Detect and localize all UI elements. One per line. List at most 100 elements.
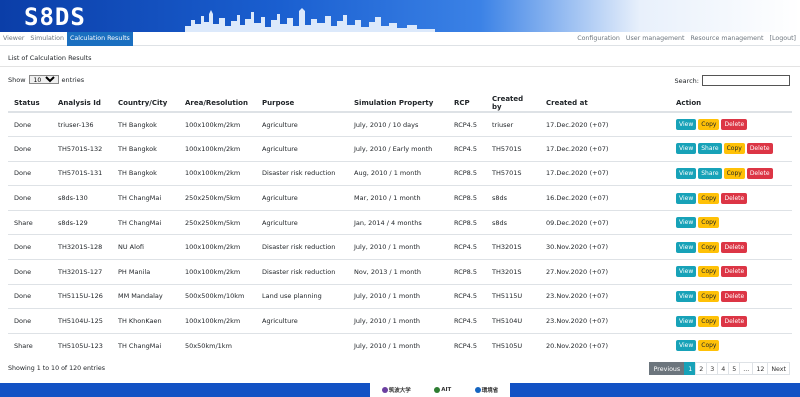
- rcp-cell: RCP4.5: [448, 234, 486, 260]
- column-header[interactable]: Action: [670, 95, 792, 113]
- nav-viewer[interactable]: Viewer: [0, 32, 27, 46]
- simulation-property-cell: Mar, 2010 / 1 month: [348, 185, 448, 211]
- table-body: Done triuser-136 TH Bangkok 100x100km/2km Ag…: [8, 111, 792, 358]
- share-button[interactable]: Share: [698, 143, 722, 155]
- share-button[interactable]: Share: [698, 167, 722, 179]
- purpose-cell: Agriculture: [256, 185, 348, 211]
- rcp-cell: RCP8.5: [448, 259, 486, 285]
- search-input[interactable]: [702, 75, 790, 86]
- nav-logout[interactable]: [Logout]: [770, 32, 796, 46]
- view-button[interactable]: View: [676, 266, 697, 278]
- pagination-next[interactable]: Next: [767, 362, 790, 375]
- header-banner: S8DS: [0, 0, 800, 32]
- copy-button[interactable]: Copy: [698, 340, 720, 352]
- nav-resource-management[interactable]: Resource management: [690, 32, 763, 46]
- app-logo[interactable]: S8DS: [24, 3, 86, 31]
- delete-button[interactable]: Delete: [721, 315, 748, 327]
- city-skyline-graphic: [185, 8, 435, 32]
- column-header[interactable]: Simulation Property: [348, 95, 448, 113]
- copy-button[interactable]: Copy: [698, 266, 720, 278]
- partner-logo-text: AIT: [441, 387, 452, 393]
- created-by-cell: TH5701S: [486, 160, 540, 186]
- action-cell: View Copy Delete: [670, 111, 792, 137]
- simulation-property-cell: Nov, 2013 / 1 month: [348, 259, 448, 285]
- rcp-cell: RCP8.5: [448, 185, 486, 211]
- area-resolution-cell: 100x100km/2km: [179, 136, 256, 162]
- table-row: Done TH3201S-127 PH Manila 100x100km/2km Dis…: [8, 259, 792, 285]
- view-button[interactable]: View: [676, 340, 697, 352]
- partner-logo-icon: [434, 387, 441, 393]
- entries-label: entries: [61, 75, 85, 84]
- partner-logo-icon: [381, 387, 388, 393]
- copy-button[interactable]: Copy: [698, 119, 720, 131]
- country-city-cell: TH ChangMai: [112, 185, 179, 211]
- delete-button[interactable]: Delete: [721, 119, 748, 131]
- view-button[interactable]: View: [676, 217, 697, 229]
- column-header[interactable]: RCP: [448, 95, 486, 113]
- column-header[interactable]: Status: [8, 95, 52, 113]
- copy-button[interactable]: Copy: [698, 192, 720, 204]
- delete-button[interactable]: Delete: [721, 241, 748, 253]
- search-control: Search:: [674, 75, 790, 86]
- delete-button[interactable]: Delete: [721, 266, 748, 278]
- area-resolution-cell: 100x100km/2km: [179, 111, 256, 137]
- analysis-id-cell: s8ds-130: [52, 185, 112, 211]
- delete-button[interactable]: Delete: [721, 290, 748, 302]
- pagination-page[interactable]: 12: [752, 362, 769, 375]
- column-header[interactable]: Created at: [540, 95, 670, 113]
- view-button[interactable]: View: [676, 290, 697, 302]
- column-header[interactable]: Analysis Id: [52, 95, 112, 113]
- pagination-previous[interactable]: Previous: [648, 362, 686, 375]
- footer-logos: 筑波大学 AIT 環境省: [370, 383, 510, 397]
- created-at-cell: 30.Nov.2020 (+07): [540, 234, 670, 260]
- area-resolution-cell: 500x500km/10km: [179, 283, 256, 309]
- view-button[interactable]: View: [676, 192, 697, 204]
- copy-button[interactable]: Copy: [723, 143, 745, 155]
- nav-configuration[interactable]: Configuration: [577, 32, 620, 46]
- view-button[interactable]: View: [676, 315, 697, 327]
- delete-button[interactable]: Delete: [721, 192, 748, 204]
- view-button[interactable]: View: [676, 119, 697, 131]
- pagination: Previous 1 2 3 4 5... 12 Next: [648, 362, 790, 375]
- action-cell: View Copy: [670, 332, 792, 358]
- simulation-property-cell: Jan, 2014 / 4 months: [348, 209, 448, 235]
- action-cell: View Copy Delete: [670, 185, 792, 211]
- created-by-cell: TH5701S: [486, 136, 540, 162]
- analysis-id-cell: TH5105U-123: [52, 332, 112, 358]
- created-at-cell: 09.Dec.2020 (+07): [540, 209, 670, 235]
- column-header[interactable]: Purpose: [256, 95, 348, 113]
- created-at-cell: 16.Dec.2020 (+07): [540, 185, 670, 211]
- delete-button[interactable]: Delete: [746, 167, 773, 179]
- nav-calculation-results[interactable]: Calculation Results: [66, 32, 133, 46]
- purpose-cell: Agriculture: [256, 308, 348, 334]
- status-cell: Done: [8, 308, 52, 334]
- column-header[interactable]: Country/City: [112, 95, 179, 113]
- nav-user-management[interactable]: User management: [626, 32, 685, 46]
- column-header[interactable]: Created by: [486, 95, 540, 113]
- view-button[interactable]: View: [676, 241, 697, 253]
- nav-simulation[interactable]: Simulation: [27, 32, 67, 46]
- table-row: Done TH5104U-125 TH KhonKaen 100x100km/2km A…: [8, 308, 792, 334]
- country-city-cell: MM Mandalay: [112, 283, 179, 309]
- delete-button[interactable]: Delete: [746, 143, 773, 155]
- purpose-cell: Disaster risk reduction: [256, 160, 348, 186]
- copy-button[interactable]: Copy: [698, 217, 720, 229]
- simulation-property-cell: July, 2010 / 1 month: [348, 332, 448, 358]
- table-row: Done TH5701S-131 TH Bangkok 100x100km/2km Di…: [8, 160, 792, 186]
- rcp-cell: RCP8.5: [448, 160, 486, 186]
- copy-button[interactable]: Copy: [698, 290, 720, 302]
- simulation-property-cell: July, 2010 / 1 month: [348, 283, 448, 309]
- copy-button[interactable]: Copy: [698, 241, 720, 253]
- country-city-cell: PH Manila: [112, 259, 179, 285]
- table-row: Share s8ds-129 TH ChangMai 250x250km/5km Agr…: [8, 209, 792, 235]
- copy-button[interactable]: Copy: [723, 167, 745, 179]
- copy-button[interactable]: Copy: [698, 315, 720, 327]
- entries-select[interactable]: 10: [28, 75, 59, 84]
- created-at-cell: 20.Nov.2020 (+07): [540, 332, 670, 358]
- column-header[interactable]: Area/Resolution: [179, 95, 256, 113]
- view-button[interactable]: View: [676, 143, 697, 155]
- rcp-cell: RCP4.5: [448, 308, 486, 334]
- simulation-property-cell: Aug, 2010 / 1 month: [348, 160, 448, 186]
- analysis-id-cell: TH3201S-128: [52, 234, 112, 260]
- view-button[interactable]: View: [676, 167, 697, 179]
